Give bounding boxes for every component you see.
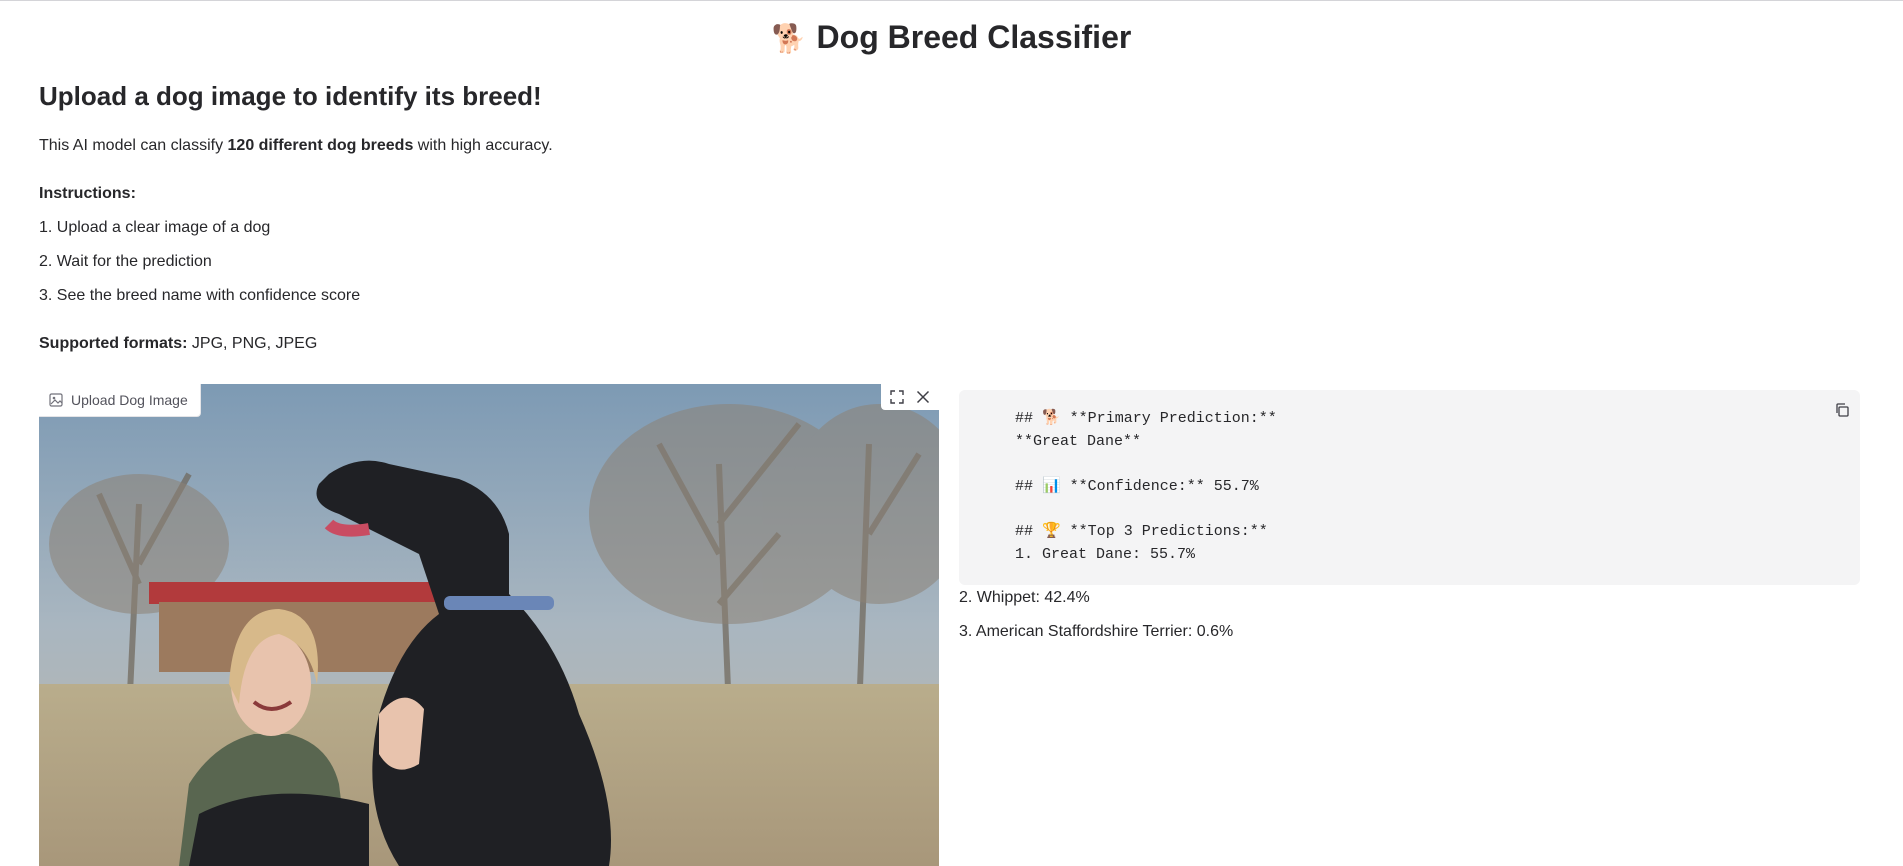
instruction-step: 3. See the breed name with confidence sc… bbox=[39, 287, 361, 304]
extra-predictions: 2. Whippet: 42.4% 3. American Staffordsh… bbox=[959, 588, 1233, 656]
code-line: **Great Dane** bbox=[1015, 432, 1142, 450]
copy-button[interactable] bbox=[1828, 396, 1856, 424]
code-line: 1. Great Dane: 55.7% bbox=[1015, 545, 1196, 563]
prediction-line: 3. American Staffordshire Terrier: 0.6% bbox=[959, 623, 1234, 640]
formats-value: JPG, PNG, JPEG bbox=[187, 335, 318, 352]
desc-prefix: This AI model can classify bbox=[39, 137, 228, 154]
code-line: ## 🏆 **Top 3 Predictions:** bbox=[1015, 522, 1268, 540]
instruction-step: 1. Upload a clear image of a dog bbox=[39, 219, 271, 236]
formats-label: Supported formats: bbox=[39, 335, 188, 352]
prediction-code-block: ## 🐕 **Primary Prediction:** **Great Dan… bbox=[1015, 408, 1277, 566]
page-title: 🐕 Dog Breed Classifier bbox=[0, 19, 1903, 56]
desc-suffix: with high accuracy. bbox=[413, 137, 553, 154]
dog-photo bbox=[39, 384, 939, 866]
image-upload-panel[interactable]: Upload Dog Image bbox=[39, 384, 939, 866]
code-line: ## 🐕 **Primary Prediction:** bbox=[1015, 410, 1277, 427]
fullscreen-icon bbox=[890, 390, 904, 404]
description: This AI model can classify 120 different… bbox=[39, 136, 1039, 156]
intro-section: Upload a dog image to identify its breed… bbox=[39, 81, 1039, 354]
fullscreen-button[interactable] bbox=[885, 385, 909, 409]
image-label-text: Upload Dog Image bbox=[71, 392, 188, 408]
prediction-output: ## 🐕 **Primary Prediction:** **Great Dan… bbox=[959, 390, 1860, 585]
instructions-label: Instructions: bbox=[39, 185, 136, 202]
close-icon bbox=[916, 390, 930, 404]
page-title-text: Dog Breed Classifier bbox=[816, 19, 1132, 55]
image-toolbar bbox=[881, 384, 939, 410]
dog-icon: 🐕 bbox=[771, 23, 807, 54]
image-icon bbox=[49, 393, 63, 407]
desc-bold: 120 different dog breeds bbox=[227, 137, 414, 154]
copy-icon bbox=[1836, 403, 1849, 417]
prediction-line: 2. Whippet: 42.4% bbox=[959, 589, 1090, 606]
code-line: ## 📊 **Confidence:** 55.7% bbox=[1015, 477, 1259, 495]
supported-formats: Supported formats: JPG, PNG, JPEG bbox=[39, 334, 1039, 354]
clear-image-button[interactable] bbox=[911, 385, 935, 409]
instruction-step: 2. Wait for the prediction bbox=[39, 253, 212, 270]
image-label: Upload Dog Image bbox=[39, 384, 201, 417]
subtitle: Upload a dog image to identify its breed… bbox=[39, 81, 542, 111]
